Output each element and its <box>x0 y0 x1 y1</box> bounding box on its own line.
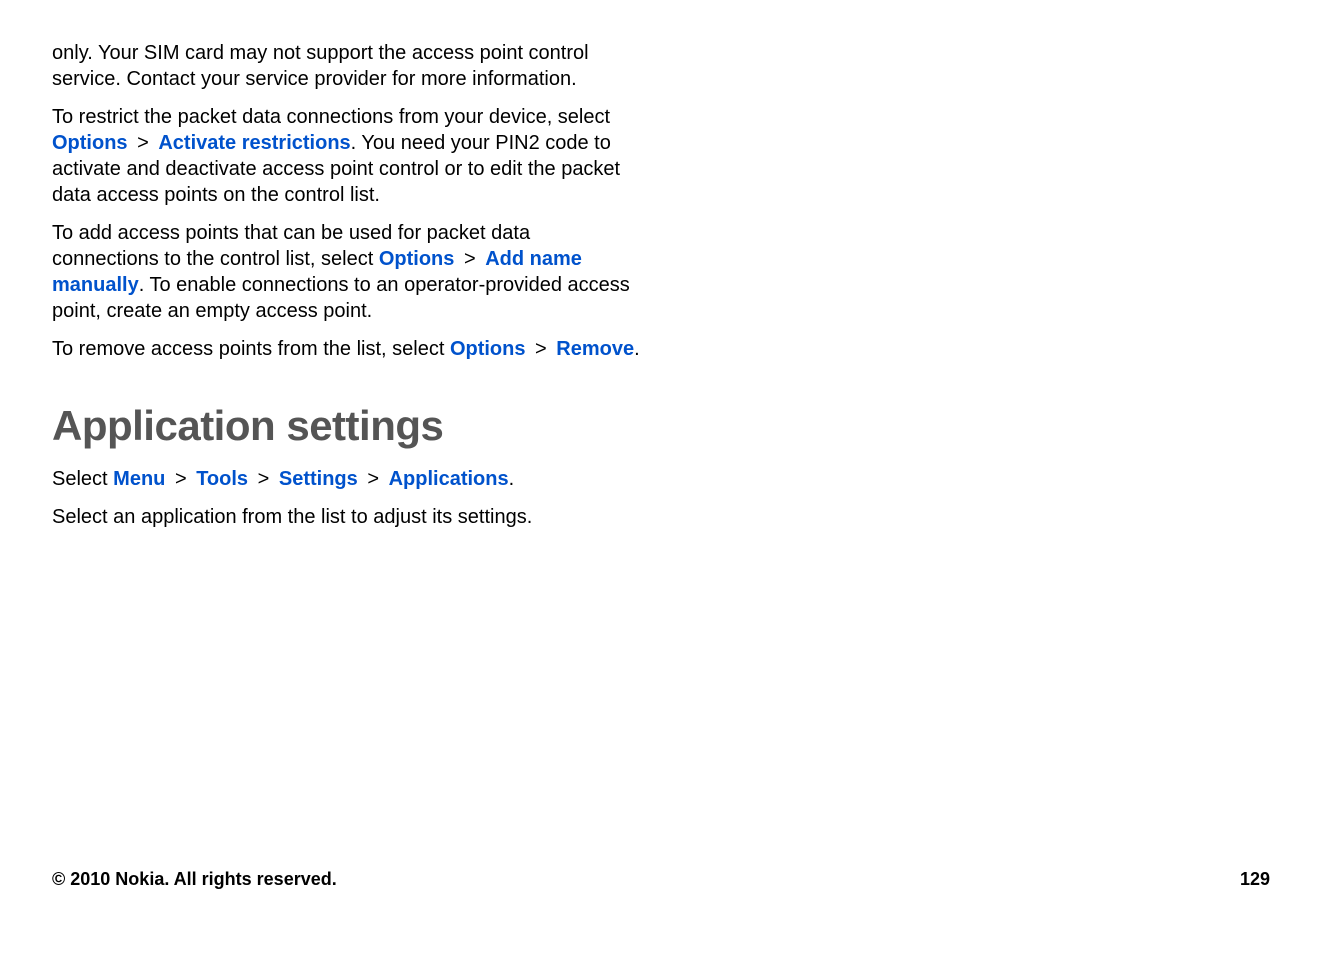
text-segment: To add access points that can be used fo… <box>52 222 530 270</box>
copyright-text: © 2010 Nokia. All rights reserved. <box>52 869 337 890</box>
paragraph-sim-card: only. Your SIM card may not support the … <box>52 40 642 92</box>
text-segment: To remove access points from the list, s… <box>52 338 450 360</box>
breadcrumb-separator: > <box>258 468 270 490</box>
paragraph-select-application: Select an application from the list to a… <box>52 504 642 530</box>
link-remove[interactable]: Remove <box>556 338 634 360</box>
text-segment: To restrict the packet data connections … <box>52 106 610 128</box>
paragraph-nav-path: Select Menu > Tools > Settings > Applica… <box>52 466 642 492</box>
link-settings[interactable]: Settings <box>279 468 358 490</box>
breadcrumb-separator: > <box>137 132 149 154</box>
paragraph-add-access-points: To add access points that can be used fo… <box>52 220 642 324</box>
link-applications[interactable]: Applications <box>389 468 509 490</box>
breadcrumb-separator: > <box>535 338 547 360</box>
link-options[interactable]: Options <box>450 338 526 360</box>
text-segment: . <box>634 338 640 360</box>
paragraph-restrict: To restrict the packet data connections … <box>52 104 642 208</box>
main-content: only. Your SIM card may not support the … <box>52 40 642 530</box>
link-activate-restrictions[interactable]: Activate restrictions <box>158 132 350 154</box>
breadcrumb-separator: > <box>367 468 379 490</box>
breadcrumb-separator: > <box>464 248 476 270</box>
link-menu[interactable]: Menu <box>113 468 165 490</box>
link-tools[interactable]: Tools <box>196 468 248 490</box>
breadcrumb-separator: > <box>175 468 187 490</box>
page-number: 129 <box>1240 869 1270 890</box>
link-options[interactable]: Options <box>52 132 128 154</box>
link-options[interactable]: Options <box>379 248 455 270</box>
page-footer: © 2010 Nokia. All rights reserved. 129 <box>52 869 1270 890</box>
paragraph-remove-access-points: To remove access points from the list, s… <box>52 336 642 362</box>
heading-application-settings: Application settings <box>52 402 642 450</box>
text-segment: Select <box>52 468 113 490</box>
text-segment: . <box>509 468 515 490</box>
text-segment: . To enable connections to an operator-p… <box>52 274 630 322</box>
